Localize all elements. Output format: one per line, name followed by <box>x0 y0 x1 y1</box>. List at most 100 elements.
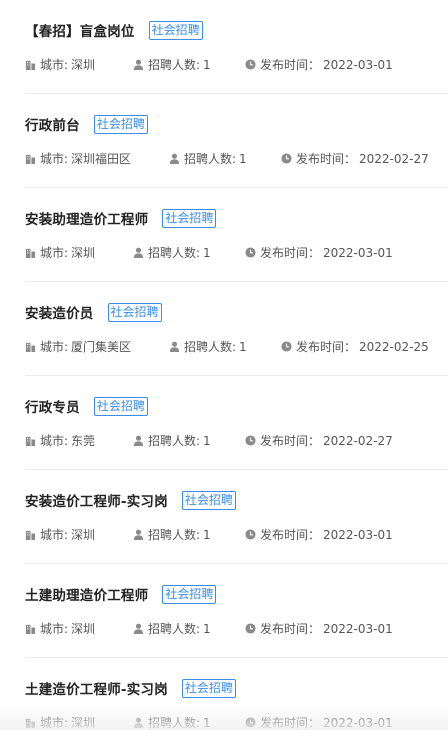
building-icon <box>25 60 36 70</box>
person-icon <box>169 341 180 352</box>
job-city: 城市: 深圳 <box>25 244 133 261</box>
clock-icon <box>245 529 256 540</box>
city-label: 城市: <box>40 622 69 636</box>
building-icon <box>25 342 36 352</box>
headcount-value: 1 <box>203 433 211 448</box>
city-label: 城市: <box>40 152 69 166</box>
clock-icon <box>245 247 256 258</box>
job-list: 【春招】盲盒岗位 社会招聘 城市: 深圳 招聘人数: 1 发布时间： 2022-… <box>25 0 448 752</box>
city-label: 城市: <box>40 528 69 542</box>
building-icon <box>25 530 36 540</box>
date-value: 2022-03-01 <box>323 57 393 72</box>
building-icon <box>25 718 36 728</box>
job-title[interactable]: 安装造价员 <box>25 302 94 322</box>
headcount-value: 1 <box>203 715 211 730</box>
job-city: 城市: 东莞 <box>25 432 133 449</box>
city-label: 城市: <box>40 340 69 354</box>
city-value: 厦门集美区 <box>71 340 132 354</box>
job-item[interactable]: 行政专员 社会招聘 城市: 东莞 招聘人数: 1 发布时间： 2022-02-2… <box>25 376 448 470</box>
job-headcount: 招聘人数: 1 <box>133 244 245 261</box>
person-icon <box>133 717 144 728</box>
job-item[interactable]: 安装助理造价工程师 社会招聘 城市: 深圳 招聘人数: 1 发布时间： 2022… <box>25 188 448 282</box>
date-label: 发布时间： <box>296 340 357 354</box>
job-title-row: 土建助理造价工程师 社会招聘 <box>25 584 217 604</box>
job-city: 城市: 深圳 <box>25 714 133 731</box>
date-value: 2022-03-01 <box>323 527 393 542</box>
person-icon <box>133 247 144 258</box>
headcount-value: 1 <box>239 339 247 354</box>
job-meta-row: 城市: 深圳 招聘人数: 1 发布时间： 2022-03-01 <box>25 714 393 731</box>
job-publish-date: 发布时间： 2022-02-25 <box>281 338 429 355</box>
job-headcount: 招聘人数: 1 <box>133 526 245 543</box>
job-city: 城市: 深圳 <box>25 56 133 73</box>
job-headcount: 招聘人数: 1 <box>169 338 281 355</box>
job-type-tag: 社会招聘 <box>162 584 217 604</box>
date-value: 2022-02-25 <box>359 339 429 354</box>
date-value: 2022-03-01 <box>323 245 393 260</box>
person-icon <box>133 529 144 540</box>
clock-icon <box>245 59 256 70</box>
job-meta-row: 城市: 厦门集美区 招聘人数: 1 发布时间： 2022-02-25 <box>25 338 429 355</box>
person-icon <box>133 435 144 446</box>
headcount-label: 招聘人数: <box>148 58 201 72</box>
headcount-value: 1 <box>203 621 211 636</box>
job-title-row: 行政专员 社会招聘 <box>25 396 148 416</box>
building-icon <box>25 154 36 164</box>
job-title-row: 安装造价员 社会招聘 <box>25 302 162 322</box>
date-value: 2022-02-27 <box>359 151 429 166</box>
job-title-row: 行政前台 社会招聘 <box>25 114 148 134</box>
job-title[interactable]: 行政前台 <box>25 114 80 134</box>
job-publish-date: 发布时间： 2022-02-27 <box>245 432 393 449</box>
job-type-tag: 社会招聘 <box>148 20 203 40</box>
job-title[interactable]: 【春招】盲盒岗位 <box>25 20 135 40</box>
job-title[interactable]: 土建助理造价工程师 <box>25 584 148 604</box>
date-label: 发布时间： <box>296 152 357 166</box>
headcount-value: 1 <box>203 527 211 542</box>
date-value: 2022-03-01 <box>323 715 393 730</box>
clock-icon <box>281 341 292 352</box>
person-icon <box>169 153 180 164</box>
job-title-row: 安装造价工程师-实习岗 社会招聘 <box>25 490 236 510</box>
city-value: 深圳 <box>71 246 96 260</box>
job-meta-row: 城市: 东莞 招聘人数: 1 发布时间： 2022-02-27 <box>25 432 393 449</box>
job-title[interactable]: 行政专员 <box>25 396 80 416</box>
job-item[interactable]: 安装造价员 社会招聘 城市: 厦门集美区 招聘人数: 1 发布时间： 2022-… <box>25 282 448 376</box>
job-publish-date: 发布时间： 2022-03-01 <box>245 526 393 543</box>
job-title[interactable]: 土建造价工程师-实习岗 <box>25 678 168 698</box>
date-value: 2022-02-27 <box>323 433 393 448</box>
job-type-tag: 社会招聘 <box>181 678 236 698</box>
job-item[interactable]: 【春招】盲盒岗位 社会招聘 城市: 深圳 招聘人数: 1 发布时间： 2022-… <box>25 0 448 94</box>
date-label: 发布时间： <box>260 528 321 542</box>
headcount-label: 招聘人数: <box>148 622 201 636</box>
job-meta-row: 城市: 深圳 招聘人数: 1 发布时间： 2022-03-01 <box>25 620 393 637</box>
clock-icon <box>281 153 292 164</box>
job-publish-date: 发布时间： 2022-03-01 <box>245 244 393 261</box>
job-item[interactable]: 行政前台 社会招聘 城市: 深圳福田区 招聘人数: 1 发布时间： 2022-0… <box>25 94 448 188</box>
date-label: 发布时间： <box>260 716 321 730</box>
city-label: 城市: <box>40 58 69 72</box>
headcount-label: 招聘人数: <box>184 152 237 166</box>
job-title[interactable]: 安装助理造价工程师 <box>25 208 148 228</box>
date-label: 发布时间： <box>260 246 321 260</box>
job-publish-date: 发布时间： 2022-02-27 <box>281 150 429 167</box>
headcount-label: 招聘人数: <box>148 528 201 542</box>
job-item[interactable]: 土建造价工程师-实习岗 社会招聘 城市: 深圳 招聘人数: 1 发布时间： 20… <box>25 658 448 752</box>
job-item[interactable]: 安装造价工程师-实习岗 社会招聘 城市: 深圳 招聘人数: 1 发布时间： 20… <box>25 470 448 564</box>
job-meta-row: 城市: 深圳 招聘人数: 1 发布时间： 2022-03-01 <box>25 56 393 73</box>
city-label: 城市: <box>40 246 69 260</box>
city-value: 深圳 <box>71 716 96 730</box>
city-label: 城市: <box>40 434 69 448</box>
date-value: 2022-03-01 <box>323 621 393 636</box>
headcount-label: 招聘人数: <box>148 716 201 730</box>
date-label: 发布时间： <box>260 434 321 448</box>
job-item[interactable]: 土建助理造价工程师 社会招聘 城市: 深圳 招聘人数: 1 发布时间： 2022… <box>25 564 448 658</box>
headcount-label: 招聘人数: <box>184 340 237 354</box>
job-meta-row: 城市: 深圳福田区 招聘人数: 1 发布时间： 2022-02-27 <box>25 150 429 167</box>
person-icon <box>133 623 144 634</box>
job-title-row: 土建造价工程师-实习岗 社会招聘 <box>25 678 236 698</box>
job-type-tag: 社会招聘 <box>93 114 148 134</box>
headcount-value: 1 <box>203 57 211 72</box>
job-title[interactable]: 安装造价工程师-实习岗 <box>25 490 168 510</box>
clock-icon <box>245 435 256 446</box>
job-city: 城市: 深圳 <box>25 620 133 637</box>
